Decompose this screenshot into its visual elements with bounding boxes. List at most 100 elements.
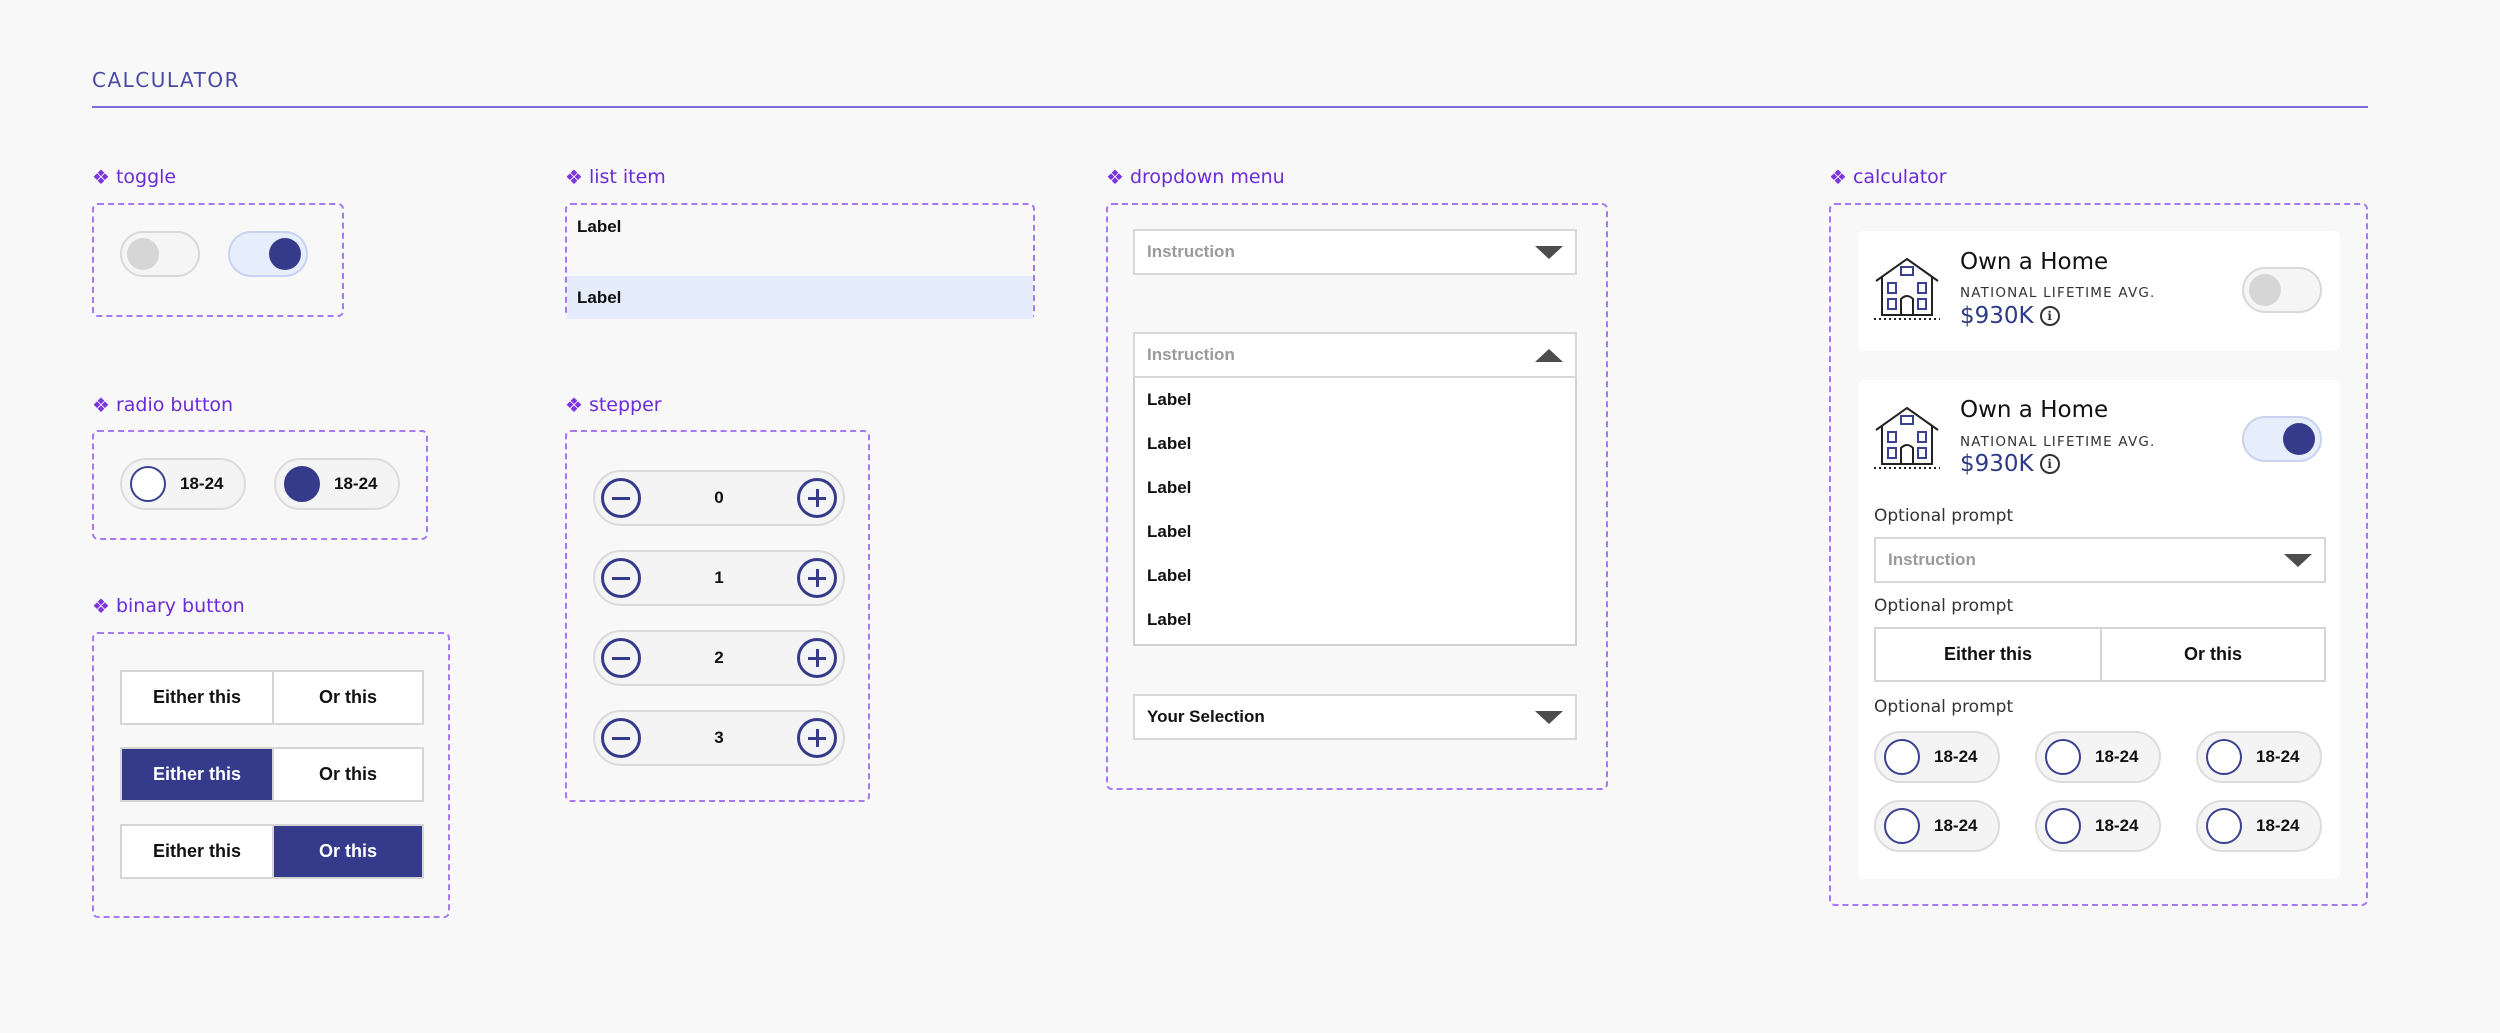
- card-toggle-off[interactable]: [2242, 267, 2322, 313]
- radio-option[interactable]: 18-24: [2196, 800, 2322, 852]
- plus-icon[interactable]: [797, 558, 837, 598]
- radio-circle: [2206, 808, 2242, 844]
- radio-label: 18-24: [2256, 816, 2300, 835]
- dropdown-option[interactable]: Label: [1135, 466, 1575, 510]
- dropdown-placeholder: Instruction: [1147, 345, 1235, 364]
- card-title: Own a Home: [1960, 397, 2109, 423]
- card-subtitle: NATIONAL LIFETIME AVG.: [1960, 434, 2156, 450]
- plus-icon[interactable]: [797, 478, 837, 518]
- section-label-text: dropdown menu: [1129, 166, 1285, 188]
- radio-label: 18-24: [2095, 747, 2139, 766]
- toggle-knob: [2283, 423, 2315, 455]
- section-label-text: toggle: [115, 166, 177, 188]
- radio-circle-filled: [284, 466, 320, 502]
- component-icon: ❖: [92, 165, 110, 189]
- radio-circle: [2206, 739, 2242, 775]
- radio-option[interactable]: 18-24: [120, 458, 246, 510]
- stepper-value: 2: [714, 648, 724, 667]
- radio-option[interactable]: 18-24: [2196, 731, 2322, 783]
- minus-icon[interactable]: [601, 718, 641, 758]
- dropdown-option[interactable]: Label: [1135, 598, 1575, 642]
- dropdown-option[interactable]: Label: [1135, 510, 1575, 554]
- radio-frame: 18-24 18-24: [92, 430, 428, 540]
- stepper: 0: [593, 470, 845, 526]
- card-subtitle: NATIONAL LIFETIME AVG.: [1960, 285, 2156, 301]
- radio-circle: [130, 466, 166, 502]
- optional-prompt: Optional prompt: [1874, 506, 2014, 526]
- binary-option-left[interactable]: Either this: [1876, 629, 2100, 680]
- info-icon[interactable]: i: [2039, 306, 2060, 326]
- radio-option[interactable]: 18-24: [1874, 800, 2000, 852]
- binary-option-right[interactable]: Or this: [272, 672, 422, 723]
- section-label-stepper: ❖ stepper: [565, 393, 662, 417]
- section-label-text: stepper: [588, 394, 662, 416]
- section-label-binary-button: ❖ binary button: [92, 594, 245, 618]
- plus-icon[interactable]: [797, 718, 837, 758]
- component-icon: ❖: [1829, 165, 1847, 189]
- calculator-card-collapsed: Own a Home NATIONAL LIFETIME AVG. $930K …: [1858, 231, 2340, 351]
- radio-option-selected[interactable]: 18-24: [274, 458, 400, 510]
- info-icon[interactable]: i: [2039, 454, 2060, 474]
- dropdown-closed[interactable]: Instruction: [1133, 229, 1577, 275]
- radio-circle: [2045, 739, 2081, 775]
- radio-label: 18-24: [1934, 747, 1978, 766]
- section-label-calculator: ❖ calculator: [1829, 165, 1947, 189]
- component-icon: ❖: [92, 594, 110, 618]
- binary-option-right[interactable]: Or this: [2100, 629, 2324, 680]
- radio-option[interactable]: 18-24: [2035, 731, 2161, 783]
- chevron-down-icon: [2284, 553, 2312, 567]
- card-title: Own a Home: [1960, 249, 2109, 275]
- section-label-list-item: ❖ list item: [565, 165, 666, 189]
- plus-icon[interactable]: [797, 638, 837, 678]
- stepper-value: 3: [714, 728, 724, 747]
- radio-option[interactable]: 18-24: [1874, 731, 2000, 783]
- binary-option-left-active[interactable]: Either this: [122, 749, 272, 800]
- dropdown-selected[interactable]: Your Selection: [1133, 694, 1577, 740]
- binary-option-left[interactable]: Either this: [122, 826, 272, 877]
- list-item[interactable]: Label: [567, 205, 1033, 248]
- stepper: 3: [593, 710, 845, 766]
- binary-option-left[interactable]: Either this: [122, 672, 272, 723]
- radio-circle: [1884, 739, 1920, 775]
- dropdown-placeholder: Instruction: [1888, 550, 1976, 569]
- chevron-up-icon: [1535, 348, 1563, 362]
- binary-button: Either this Or this: [120, 670, 424, 725]
- toggle-switch-off[interactable]: [120, 231, 200, 277]
- radio-label: 18-24: [180, 474, 224, 493]
- dropdown-open[interactable]: Instruction: [1133, 332, 1577, 378]
- binary-option-right-active[interactable]: Or this: [272, 826, 422, 877]
- minus-icon[interactable]: [601, 638, 641, 678]
- stepper-value: 1: [714, 568, 724, 587]
- stepper: 2: [593, 630, 845, 686]
- title-divider: [92, 106, 2368, 108]
- price-value: $930K: [1960, 451, 2034, 477]
- toggle-switch-on[interactable]: [228, 231, 308, 277]
- minus-icon[interactable]: [601, 478, 641, 518]
- dropdown-placeholder: Instruction: [1147, 242, 1235, 261]
- radio-option[interactable]: 18-24: [2035, 800, 2161, 852]
- calculator-frame: Own a Home NATIONAL LIFETIME AVG. $930K …: [1829, 203, 2368, 906]
- card-toggle-on[interactable]: [2242, 416, 2322, 462]
- toggle-knob: [269, 238, 301, 270]
- card-binary-button: Either this Or this: [1874, 627, 2326, 682]
- binary-button: Either this Or this: [120, 824, 424, 879]
- binary-option-right[interactable]: Or this: [272, 749, 422, 800]
- component-icon: ❖: [92, 393, 110, 417]
- radio-label: 18-24: [1934, 816, 1978, 835]
- list-item-frame: Label Label: [565, 203, 1035, 319]
- list-item-selected[interactable]: Label: [567, 276, 1033, 319]
- dropdown-option[interactable]: Label: [1135, 378, 1575, 422]
- card-dropdown[interactable]: Instruction: [1874, 537, 2326, 583]
- stepper: 1: [593, 550, 845, 606]
- dropdown-option[interactable]: Label: [1135, 422, 1575, 466]
- card-price: $930K i: [1960, 303, 2060, 329]
- card-price: $930K i: [1960, 451, 2060, 477]
- dropdown-option[interactable]: Label: [1135, 554, 1575, 598]
- dropdown-selected-value: Your Selection: [1147, 707, 1265, 726]
- radio-circle: [2045, 808, 2081, 844]
- stepper-value: 0: [714, 488, 724, 507]
- radio-label: 18-24: [2095, 816, 2139, 835]
- minus-icon[interactable]: [601, 558, 641, 598]
- component-icon: ❖: [565, 393, 583, 417]
- section-label-text: list item: [588, 166, 666, 188]
